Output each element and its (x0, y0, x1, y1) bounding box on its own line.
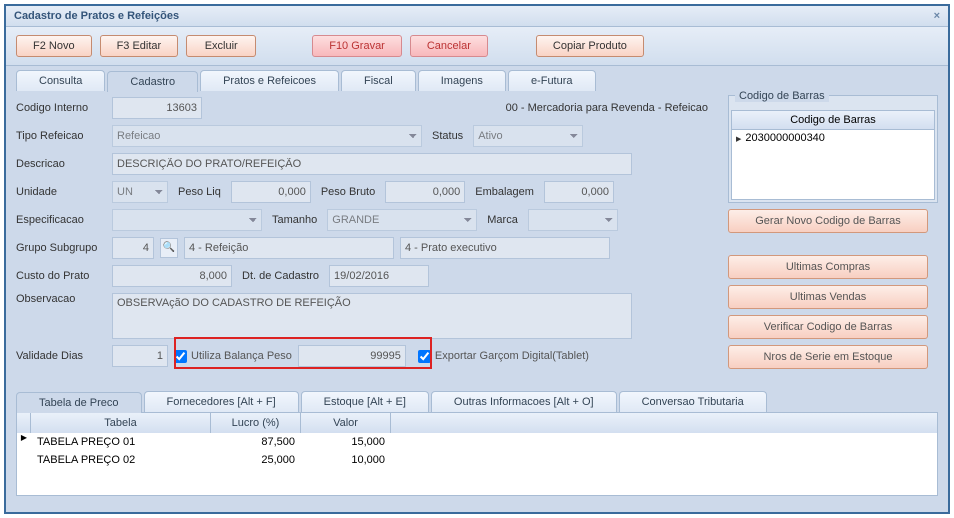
barcode-list: 2030000000340 (731, 130, 935, 200)
tamanho-select[interactable]: GRANDE (327, 209, 477, 231)
form-area: Codigo Interno 00 - Mercadoria para Reve… (6, 91, 948, 391)
marca-select[interactable] (528, 209, 618, 231)
close-icon[interactable]: × (934, 10, 940, 22)
subtab-estoque[interactable]: Estoque [Alt + E] (301, 391, 429, 412)
label-especificacao: Especificacao (16, 214, 106, 226)
subgrupo-desc-field[interactable] (400, 237, 610, 259)
novo-button[interactable]: F2 Novo (16, 35, 92, 57)
label-observacao: Observacao (16, 293, 106, 305)
subtab-tabela-preco[interactable]: Tabela de Preco (16, 392, 142, 413)
highlight-box (174, 337, 432, 369)
cell-tabela: TABELA PREÇO 02 (31, 451, 211, 469)
label-tipo-refeicao: Tipo Refeicao (16, 130, 106, 142)
col-tabela: Tabela (31, 413, 211, 433)
excluir-button[interactable]: Excluir (186, 35, 256, 57)
grid-row[interactable]: TABELA PREÇO 02 25,000 10,000 (17, 451, 937, 469)
gerar-codigo-button[interactable]: Gerar Novo Codigo de Barras (728, 209, 928, 233)
editar-button[interactable]: F3 Editar (100, 35, 179, 57)
label-dt-cadastro: Dt. de Cadastro (238, 270, 323, 282)
main-tabs: Consulta Cadastro Pratos e Refeicoes Fis… (6, 66, 948, 91)
cancelar-button[interactable]: Cancelar (410, 35, 488, 57)
cell-valor: 10,000 (301, 451, 391, 469)
verificar-codigo-button[interactable]: Verificar Codigo de Barras (728, 315, 928, 339)
grupo-desc-field[interactable] (184, 237, 394, 259)
ultimas-vendas-button[interactable]: Ultimas Vendas (728, 285, 928, 309)
peso-liq-field[interactable] (231, 181, 311, 203)
toolbar: F2 Novo F3 Editar Excluir F10 Gravar Can… (6, 27, 948, 66)
title-bar: Cadastro de Pratos e Refeições × (6, 6, 948, 27)
label-marca: Marca (483, 214, 522, 226)
descricao-field[interactable] (112, 153, 632, 175)
label-descricao: Descricao (16, 158, 106, 170)
cell-tabela: TABELA PREÇO 01 (31, 433, 211, 451)
tab-consulta[interactable]: Consulta (16, 70, 105, 91)
mercadoria-text: 00 - Mercadoria para Revenda - Refeicao (506, 102, 708, 114)
ultimas-compras-button[interactable]: Ultimas Compras (728, 255, 928, 279)
tab-efutura[interactable]: e-Futura (508, 70, 596, 91)
cell-lucro: 25,000 (211, 451, 301, 469)
label-embalagem: Embalagem (471, 186, 538, 198)
unidade-select[interactable]: UN (112, 181, 168, 203)
status-select[interactable]: Ativo (473, 125, 583, 147)
search-icon[interactable]: 🔍 (160, 238, 178, 258)
barcode-column-header: Codigo de Barras (731, 110, 935, 130)
label-unidade: Unidade (16, 186, 106, 198)
barcode-fieldset: Codigo de Barras Codigo de Barras 203000… (728, 95, 938, 203)
col-valor: Valor (301, 413, 391, 433)
grid-header: Tabela Lucro (%) Valor (17, 413, 937, 433)
embalagem-field[interactable] (544, 181, 614, 203)
price-grid: Tabela Lucro (%) Valor TABELA PREÇO 01 8… (16, 412, 938, 496)
cell-valor: 15,000 (301, 433, 391, 451)
barcode-row[interactable]: 2030000000340 (736, 132, 930, 144)
dt-cadastro-field[interactable] (329, 265, 429, 287)
copiar-produto-button[interactable]: Copiar Produto (536, 35, 644, 57)
especificacao-select[interactable] (112, 209, 262, 231)
peso-bruto-field[interactable] (385, 181, 465, 203)
barcode-fieldset-title: Codigo de Barras (735, 90, 829, 102)
label-tamanho: Tamanho (268, 214, 321, 226)
app-window: Cadastro de Pratos e Refeições × F2 Novo… (4, 4, 950, 514)
label-peso-liq: Peso Liq (174, 186, 225, 198)
grid-row[interactable]: TABELA PREÇO 01 87,500 15,000 (17, 433, 937, 451)
label-codigo-interno: Codigo Interno (16, 102, 106, 114)
label-validade-dias: Validade Dias (16, 350, 106, 362)
custo-prato-field[interactable] (112, 265, 232, 287)
exportar-garcom-checkbox[interactable]: Exportar Garçom Digital(Tablet) (418, 350, 589, 363)
subtab-conversao[interactable]: Conversao Tributaria (619, 391, 767, 412)
tipo-refeicao-select[interactable]: Refeicao (112, 125, 422, 147)
label-custo-prato: Custo do Prato (16, 270, 106, 282)
label-peso-bruto: Peso Bruto (317, 186, 379, 198)
tab-cadastro[interactable]: Cadastro (107, 71, 198, 92)
window-title: Cadastro de Pratos e Refeições (14, 10, 179, 22)
label-status: Status (428, 130, 467, 142)
right-panel: Codigo de Barras Codigo de Barras 203000… (728, 95, 938, 375)
codigo-interno-field[interactable] (112, 97, 202, 119)
label-grupo-subgrupo: Grupo Subgrupo (16, 242, 106, 254)
grupo-num-field[interactable] (112, 237, 154, 259)
cell-lucro: 87,500 (211, 433, 301, 451)
exportar-garcom-label: Exportar Garçom Digital(Tablet) (435, 350, 589, 362)
col-lucro: Lucro (%) (211, 413, 301, 433)
observacao-field[interactable]: OBSERVAçãO DO CADASTRO DE REFEIÇÃO (112, 293, 632, 339)
tab-pratos[interactable]: Pratos e Refeicoes (200, 70, 339, 91)
tab-imagens[interactable]: Imagens (418, 70, 506, 91)
gravar-button[interactable]: F10 Gravar (312, 35, 402, 57)
subtab-fornecedores[interactable]: Fornecedores [Alt + F] (144, 391, 299, 412)
tab-fiscal[interactable]: Fiscal (341, 70, 416, 91)
subtab-outras[interactable]: Outras Informacoes [Alt + O] (431, 391, 617, 412)
nros-serie-button[interactable]: Nros de Serie em Estoque (728, 345, 928, 369)
validade-dias-field[interactable] (112, 345, 168, 367)
sub-tabs: Tabela de Preco Fornecedores [Alt + F] E… (6, 391, 948, 412)
